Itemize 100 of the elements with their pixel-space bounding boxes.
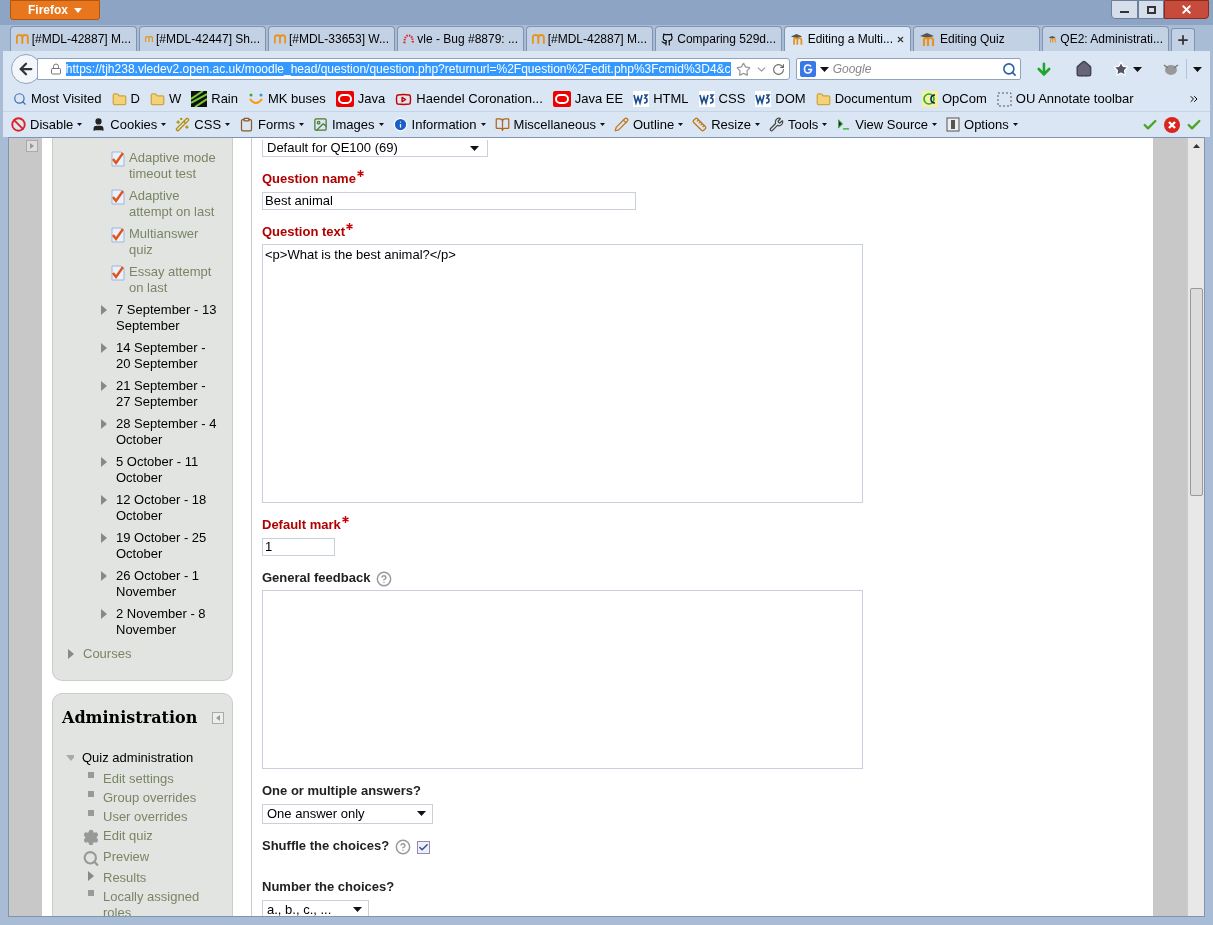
week-item[interactable]: 5 October - 11 October: [67, 454, 226, 486]
arrow-icon: [216, 715, 220, 721]
dropdown[interactable]: One answer only: [262, 803, 433, 824]
search-field[interactable]: Google: [795, 58, 1022, 80]
maximize-button[interactable]: [1138, 0, 1164, 19]
toolbar-menu[interactable]: View Source: [836, 114, 938, 135]
toolbar-menu[interactable]: Tools: [768, 114, 828, 135]
reload-icon[interactable]: [771, 62, 785, 76]
bookmarks-menu-button[interactable]: [1113, 61, 1143, 77]
category-dropdown[interactable]: Default for QE100 (69): [262, 140, 488, 157]
caret-icon: [932, 123, 938, 126]
browser-tab[interactable]: Editing Quiz: [913, 26, 1040, 51]
bookmark-item[interactable]: Documentum: [815, 89, 912, 109]
browser-tab[interactable]: [#MDL-33653] W...: [268, 26, 395, 51]
week-item[interactable]: 28 September - 4 October: [67, 416, 226, 448]
required-icon: [356, 170, 364, 177]
caret-icon: [77, 123, 83, 126]
close-icon: [1180, 3, 1193, 16]
triangle-icon: [100, 609, 108, 619]
minimize-button[interactable]: [1111, 0, 1138, 19]
scrollbar[interactable]: [1187, 138, 1204, 916]
text-field[interactable]: Best animal: [262, 191, 636, 210]
new-tab-button[interactable]: [1171, 28, 1195, 51]
toolbar-menu[interactable]: Disable: [11, 114, 83, 135]
toolbar-menu[interactable]: Options: [946, 114, 1018, 135]
bookmark-item[interactable]: D: [111, 89, 140, 109]
browser-tab[interactable]: [#MDL-42887] M...: [10, 26, 137, 51]
triangle-icon: [100, 457, 108, 467]
radar-icon: [191, 91, 208, 107]
help-icon[interactable]: [395, 839, 412, 855]
browser-tab[interactable]: [#MDL-42447] Sh...: [139, 26, 266, 51]
bookmark-item[interactable]: Java EE: [552, 89, 624, 109]
bookmark-item[interactable]: OpCom: [921, 89, 987, 109]
week-item[interactable]: 26 October - 1 November: [67, 568, 226, 600]
toolbar-menu[interactable]: CSS: [175, 114, 231, 135]
plus-icon: [1176, 33, 1190, 47]
no-entry-icon: [11, 117, 26, 132]
check-icon: [418, 842, 430, 853]
browser-tab[interactable]: Comparing 529d...: [655, 26, 782, 51]
field-label: Question name: [262, 170, 356, 188]
browser-tab[interactable]: QE2: Administrati...: [1042, 26, 1169, 51]
bookmark-item[interactable]: Most Visited: [13, 89, 102, 109]
toolbar-menu[interactable]: Images: [312, 114, 384, 135]
toolbar-menu[interactable]: Information: [392, 114, 486, 135]
browser-tab[interactable]: [#MDL-42887] M...: [526, 26, 653, 51]
search-icon[interactable]: [1002, 61, 1018, 77]
person-icon: [91, 117, 107, 132]
caret-icon: [470, 145, 479, 151]
text-field[interactable]: 1: [262, 537, 335, 556]
caret-icon: [480, 123, 486, 126]
browser-tab[interactable]: vle - Bug #8879: ...: [397, 26, 524, 51]
toolbar-menu[interactable]: Cookies: [91, 114, 167, 135]
bookmark-item[interactable]: DOM: [755, 89, 806, 109]
arc-icon: [403, 32, 415, 46]
bookmark-item[interactable]: Rain: [191, 89, 238, 109]
bookmark-item[interactable]: Haendel Coronation...: [395, 89, 543, 109]
dropdown[interactable]: a., b., c., ...: [262, 899, 369, 916]
bookmark-item[interactable]: Java: [335, 89, 386, 109]
caret-icon: [417, 811, 426, 816]
checkbox[interactable]: [417, 841, 431, 854]
star-icon[interactable]: [735, 61, 751, 77]
help-icon[interactable]: [376, 571, 393, 587]
triangle-icon: [100, 343, 108, 353]
clipboard-icon: [239, 117, 255, 132]
quiz-administration-item[interactable]: Quiz administration: [62, 748, 232, 768]
week-item[interactable]: 7 September - 13 September: [67, 302, 226, 334]
toolbar-menu[interactable]: Miscellaneous: [494, 114, 605, 135]
close-button[interactable]: [1164, 0, 1209, 19]
dock-toggle-icon[interactable]: [212, 712, 224, 724]
caret-icon: [599, 123, 605, 126]
bookmark-item[interactable]: HTML: [633, 89, 689, 109]
w3-logo-icon: [633, 91, 650, 107]
scrollbar-thumb[interactable]: [1189, 288, 1203, 496]
triangle-icon: [100, 419, 108, 429]
week-item[interactable]: 2 November - 8 November: [67, 606, 226, 638]
caret-icon: [353, 907, 362, 912]
field-label: Shuffle the choices?: [262, 836, 390, 855]
triangle-icon: [100, 495, 108, 505]
toolbar-menu[interactable]: Forms: [239, 114, 304, 135]
caret-icon: [819, 66, 829, 72]
toolbar-menu[interactable]: Resize: [692, 114, 760, 135]
home-icon[interactable]: [1075, 60, 1094, 78]
caret-icon: [298, 123, 304, 126]
bookmark-item[interactable]: MK buses: [248, 89, 326, 109]
toolbar-menu[interactable]: Outline: [613, 114, 684, 135]
bookmark-item[interactable]: OU Annotate toolbar: [996, 89, 1134, 109]
week-item[interactable]: 21 September - 27 September: [67, 378, 226, 410]
bookmark-item[interactable]: CSS: [698, 89, 746, 109]
bug-icon[interactable]: [1162, 62, 1181, 76]
scroll-up-icon[interactable]: [1192, 144, 1200, 148]
dock-toggle-icon[interactable]: [26, 140, 38, 152]
browser-tab[interactable]: Editing a Multi...: [784, 26, 911, 51]
oracle-icon: [552, 91, 571, 107]
bookmark-item[interactable]: W: [149, 89, 182, 109]
week-item[interactable]: 12 October - 18 October: [67, 492, 226, 524]
week-item[interactable]: 14 September - 20 September: [67, 340, 226, 372]
text-area[interactable]: <p>What is the best animal?</p>: [262, 244, 863, 503]
more-bookmarks-icon[interactable]: [1188, 93, 1200, 105]
week-item[interactable]: 19 October - 25 October: [67, 530, 226, 562]
error-icon[interactable]: [1164, 116, 1180, 133]
